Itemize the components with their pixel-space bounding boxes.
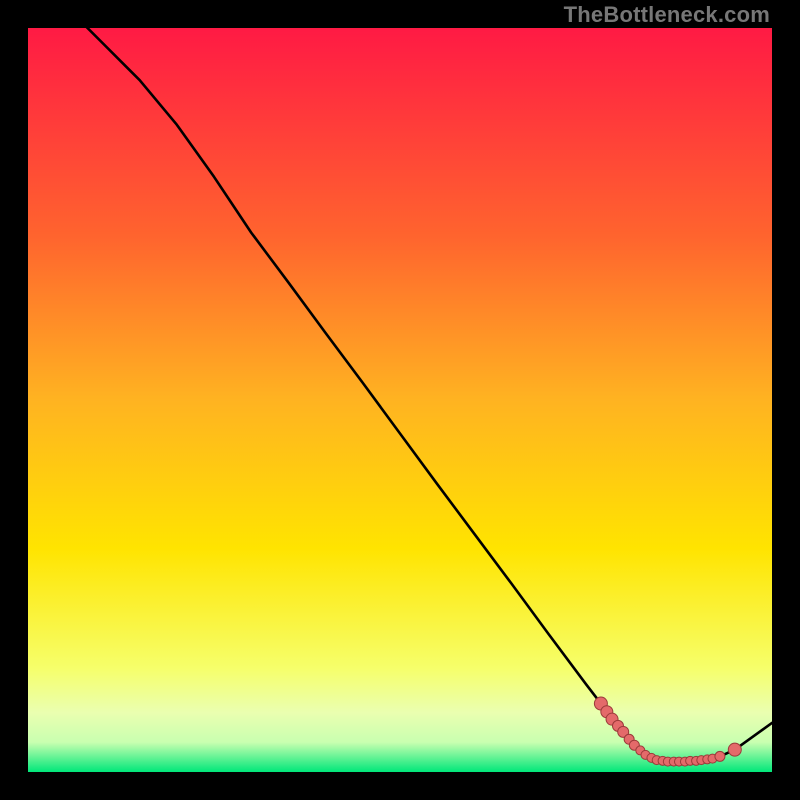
chart-svg [28,28,772,772]
chart-plot-area [28,28,772,772]
attribution-text: TheBottleneck.com [564,2,770,28]
gradient-fill [28,28,772,772]
chart-marker [715,751,725,761]
chart-marker [728,743,741,756]
chart-stage: TheBottleneck.com [0,0,800,800]
